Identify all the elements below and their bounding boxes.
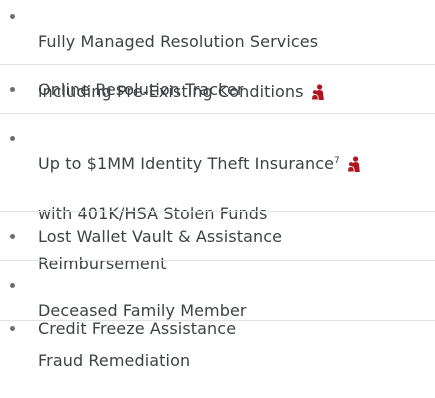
list-item-line: Fully Managed Resolution Services — [38, 32, 319, 51]
bullet — [10, 283, 15, 288]
footnote-marker: 7 — [334, 156, 340, 166]
list-item-text: Credit Freeze Assistance — [38, 319, 237, 338]
bullet — [10, 136, 15, 141]
bullet — [10, 87, 15, 92]
list-item-line: Fraud Remediation — [38, 351, 191, 370]
list-item-text: Fully Managed Resolution Services includ… — [38, 4, 326, 129]
list-item-line: Up to $1MM Identity Theft Insurance7 — [38, 151, 362, 176]
family-icon — [346, 156, 362, 172]
divider — [0, 64, 435, 65]
bullet — [10, 326, 15, 331]
bullet — [10, 234, 15, 239]
divider — [0, 113, 435, 114]
list-item-text: Lost Wallet Vault & Assistance — [38, 227, 283, 246]
divider — [0, 211, 435, 212]
bullet — [10, 14, 15, 19]
list-item-text: Online Resolution Tracker — [38, 80, 244, 99]
divider — [0, 260, 435, 261]
list-item-line: with 401K/HSA Stolen Funds — [38, 204, 268, 223]
family-icon — [310, 84, 326, 100]
